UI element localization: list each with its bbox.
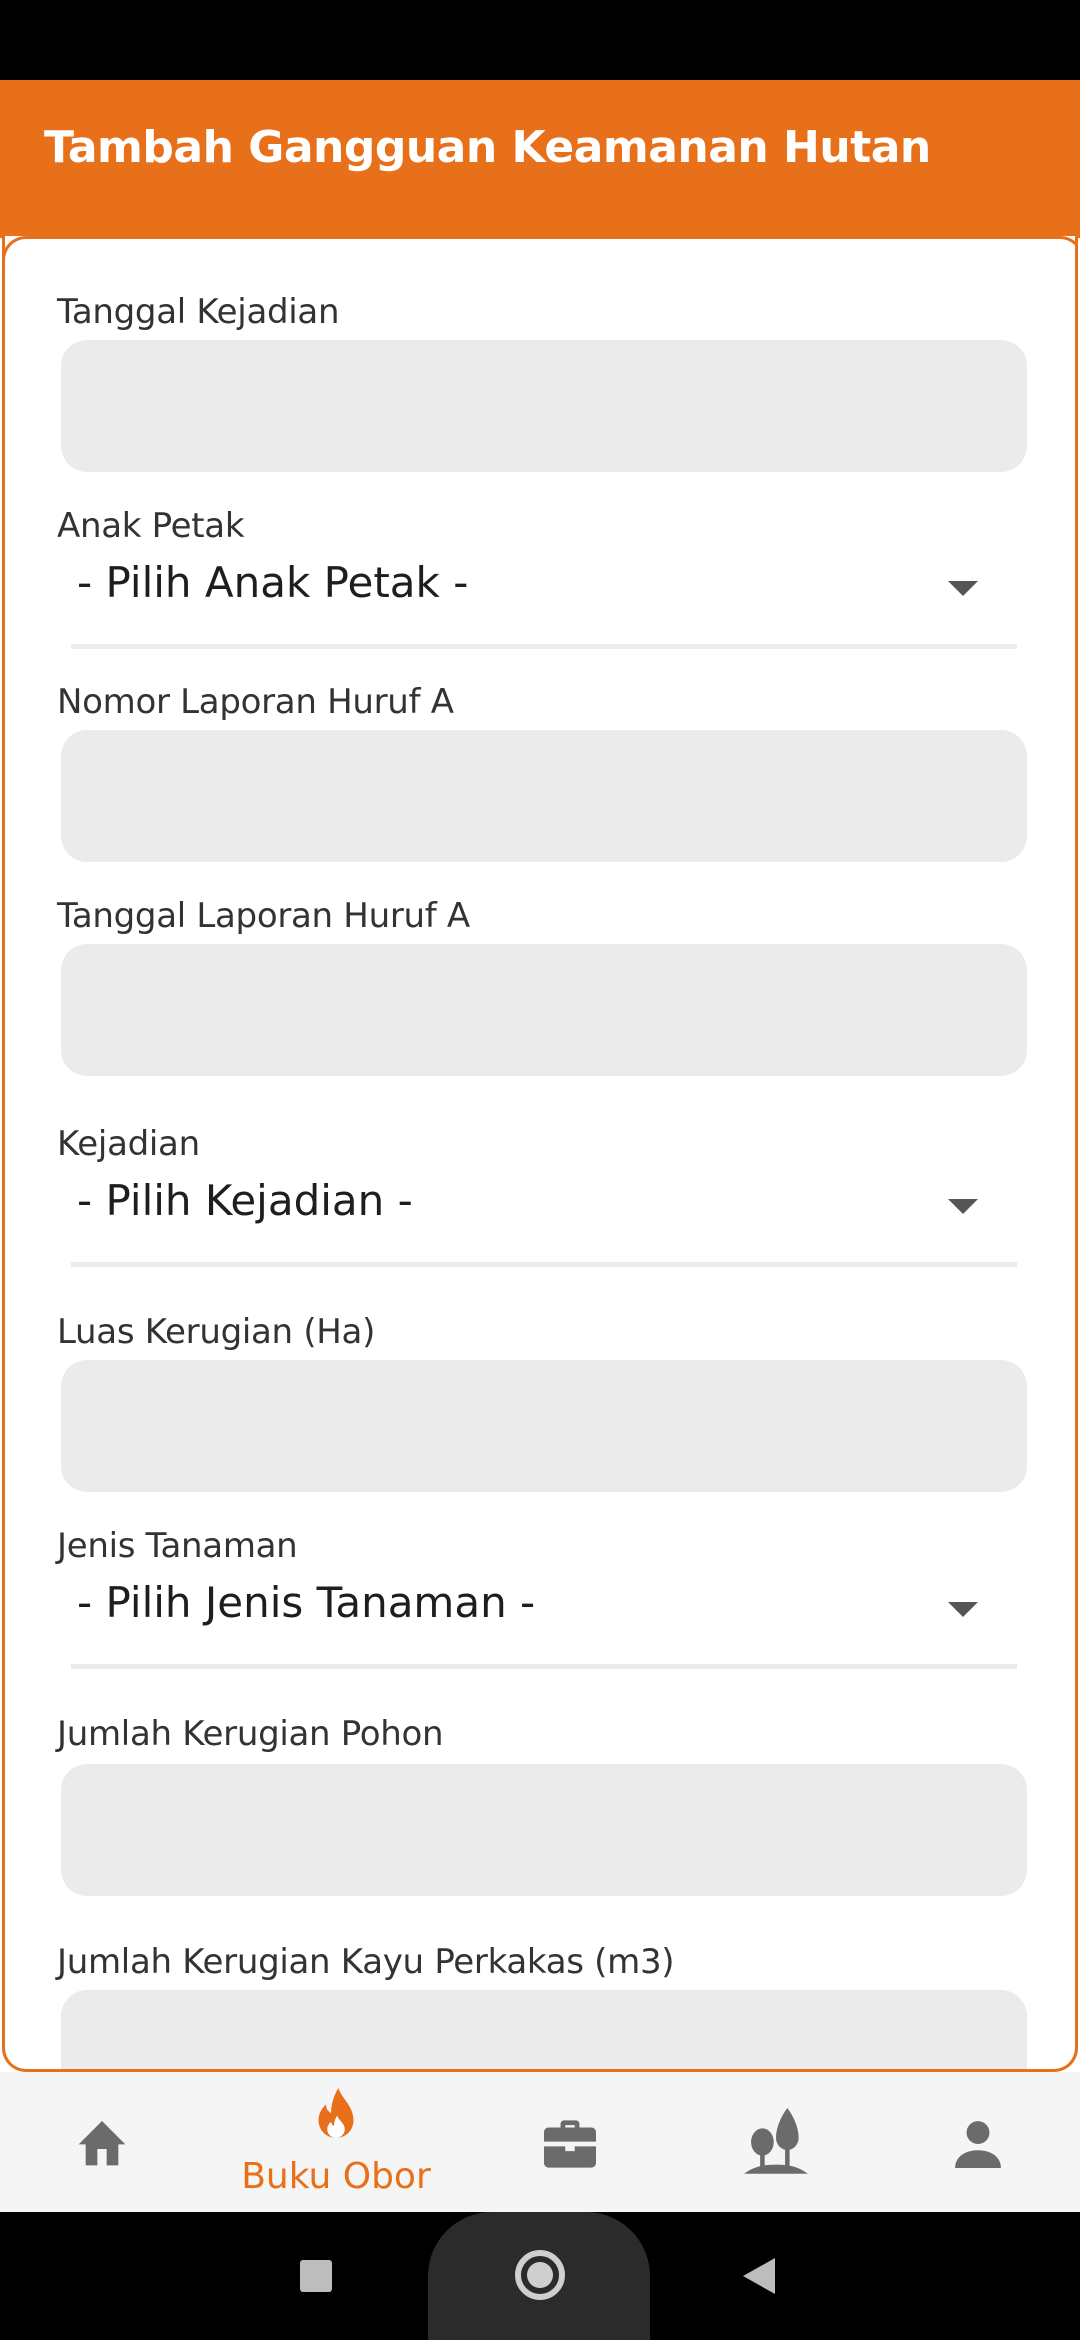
- home-icon[interactable]: [515, 2250, 565, 2300]
- nomor-laporan-label: Nomor Laporan Huruf A: [57, 682, 454, 722]
- anak-petak-label: Anak Petak: [57, 506, 245, 546]
- briefcase-icon: [544, 2120, 596, 2168]
- tanggal-kejadian-label: Tanggal Kejadian: [57, 292, 340, 332]
- jenis-tanaman-label: Jenis Tanaman: [57, 1526, 298, 1566]
- page-title: Tambah Gangguan Keamanan Hutan: [44, 122, 931, 173]
- form-card: Tanggal Kejadian Anak Petak - Pilih Anak…: [2, 236, 1078, 2072]
- status-bar: [0, 0, 1080, 80]
- tanggal-laporan-field[interactable]: [61, 944, 1027, 1076]
- nav-buku-obor-label: Buku Obor: [241, 2156, 431, 2197]
- jenis-tanaman-value: - Pilih Jenis Tanaman -: [77, 1578, 536, 1627]
- jumlah-kerugian-kayu-field[interactable]: [61, 1990, 1027, 2069]
- select-underline: [71, 1664, 1017, 1669]
- system-nav-bar: [0, 2212, 1080, 2340]
- select-underline: [71, 644, 1017, 649]
- nav-briefcase[interactable]: [470, 2072, 670, 2212]
- kejadian-label: Kejadian: [57, 1124, 200, 1164]
- back-icon[interactable]: [743, 2258, 775, 2294]
- home-icon: [78, 2121, 126, 2166]
- nav-profile[interactable]: [878, 2072, 1078, 2212]
- tanggal-kejadian-field[interactable]: [61, 340, 1027, 472]
- nav-buku-obor[interactable]: Buku Obor: [236, 2072, 436, 2212]
- bottom-nav: Buku Obor: [0, 2072, 1080, 2212]
- nav-trees[interactable]: [676, 2072, 876, 2212]
- nav-home[interactable]: [2, 2072, 202, 2212]
- chevron-down-icon: [948, 1602, 978, 1617]
- chevron-down-icon: [948, 581, 978, 596]
- anak-petak-value: - Pilih Anak Petak -: [77, 558, 469, 607]
- luas-kerugian-label: Luas Kerugian (Ha): [57, 1312, 376, 1352]
- jumlah-kerugian-kayu-label: Jumlah Kerugian Kayu Perkakas (m3): [57, 1942, 675, 1982]
- luas-kerugian-field[interactable]: [61, 1360, 1027, 1492]
- person-icon: [955, 2121, 1001, 2168]
- select-underline: [71, 1262, 1017, 1267]
- recents-icon[interactable]: [300, 2260, 332, 2292]
- nomor-laporan-field[interactable]: [61, 730, 1027, 862]
- flame-icon: [318, 2088, 354, 2138]
- kejadian-value: - Pilih Kejadian -: [77, 1176, 413, 1225]
- chevron-down-icon: [948, 1199, 978, 1214]
- app-bar: Tambah Gangguan Keamanan Hutan: [0, 80, 1080, 238]
- tanggal-laporan-label: Tanggal Laporan Huruf A: [57, 896, 470, 936]
- trees-icon: [744, 2108, 808, 2174]
- jumlah-kerugian-pohon-label: Jumlah Kerugian Pohon: [57, 1714, 444, 1754]
- jumlah-kerugian-pohon-field[interactable]: [61, 1764, 1027, 1896]
